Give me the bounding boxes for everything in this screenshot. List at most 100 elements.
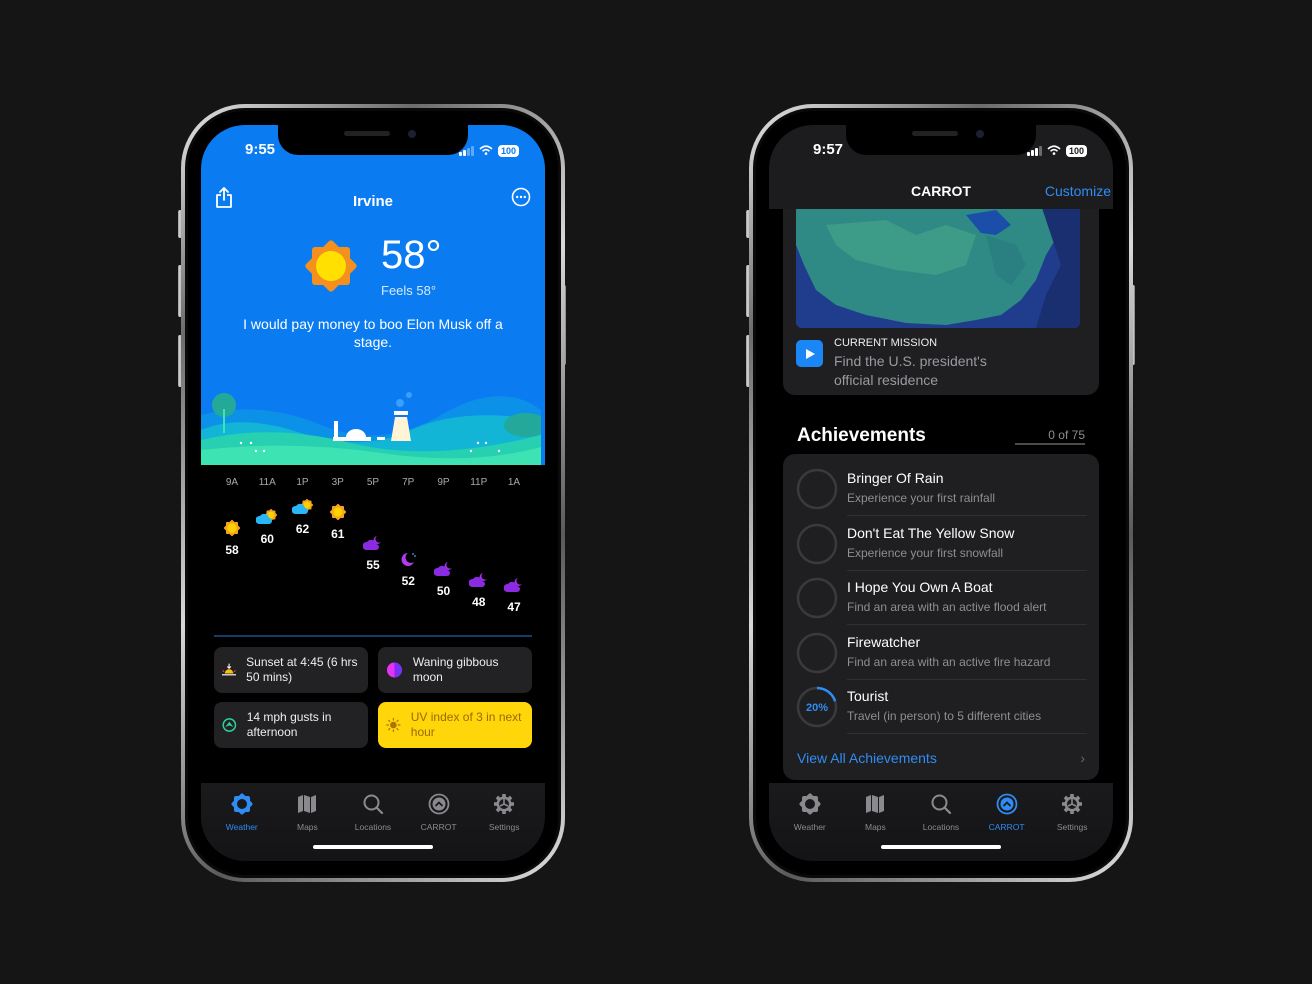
- tab-locations[interactable]: Locations: [343, 793, 403, 861]
- battery-icon: 100: [1065, 145, 1087, 157]
- tab-settings[interactable]: Settings: [1042, 793, 1102, 861]
- hour-column: 3P 61: [321, 477, 355, 622]
- search-icon: [343, 793, 403, 820]
- carrot-screen: CARROT Customize 9:57 100 CURRENT MISSIO…: [769, 125, 1113, 861]
- achievement-progress-label: 20%: [806, 702, 828, 714]
- weather-tab-icon: [780, 793, 840, 820]
- divider: [214, 635, 532, 637]
- hour-label: 9A: [225, 477, 239, 488]
- achievement-row[interactable]: Bringer Of Rain Experience your first rai…: [783, 462, 1099, 516]
- achievement-progress-ring: [796, 523, 838, 564]
- weather-screen: Irvine 58° Feels 58° I would pay money t…: [201, 125, 545, 861]
- tab-settings[interactable]: Settings: [474, 793, 534, 861]
- cellular-signal-icon: [1026, 146, 1042, 156]
- carrot-icon: [409, 793, 469, 820]
- hour-label: 11P: [470, 477, 488, 488]
- moon-phase-icon: [386, 662, 402, 678]
- achievement-name: I Hope You Own A Boat: [847, 579, 993, 595]
- hour-temperature: 52: [401, 574, 415, 588]
- view-all-achievements-link[interactable]: View All Achievements: [797, 750, 937, 766]
- status-time: 9:57: [813, 141, 844, 158]
- phone-weather: Irvine 58° Feels 58° I would pay money t…: [181, 104, 565, 882]
- hour-forecast-item: 55: [356, 535, 390, 572]
- achievement-progress-ring: [796, 632, 838, 673]
- moon-card[interactable]: Waning gibbous moon: [378, 647, 532, 693]
- achievement-name: Tourist: [847, 688, 889, 704]
- tab-label: CARROT: [420, 822, 457, 832]
- hour-column: 11A 60: [250, 477, 284, 622]
- card-text: 14 mph gusts in afternoon: [246, 710, 332, 739]
- stage: Irvine 58° Feels 58° I would pay money t…: [0, 0, 1312, 984]
- home-indicator: [881, 845, 1001, 849]
- hour-label: 11A: [258, 477, 276, 488]
- customize-button[interactable]: Customize: [1045, 183, 1111, 199]
- tab-weather[interactable]: Weather: [780, 793, 840, 861]
- hour-temperature: 48: [472, 594, 486, 609]
- hour-column: 1P 62: [286, 477, 320, 622]
- chevron-right-icon[interactable]: ›: [1080, 750, 1085, 766]
- achievement-progress-ring: [796, 577, 838, 619]
- hour-temperature: 47: [507, 600, 521, 614]
- status-bar: 9:57 100: [769, 125, 1113, 169]
- row-separator: [847, 733, 1087, 734]
- weather-quote: I would pay money to boo Elon Musk off a…: [243, 316, 503, 350]
- wifi-icon: [479, 142, 493, 160]
- hour-label: 3P: [331, 477, 344, 488]
- hour-label: 7P: [402, 477, 415, 488]
- gear-icon: [474, 793, 534, 820]
- tab-carrot[interactable]: CARROT: [977, 793, 1037, 861]
- tab-label: Settings: [1056, 822, 1088, 832]
- tab-carrot[interactable]: CARROT: [409, 793, 469, 861]
- partly-cloudy-day-icon: [250, 509, 284, 530]
- search-icon: [911, 793, 971, 820]
- achievement-row[interactable]: I Hope You Own A Boat Find an area with a…: [783, 571, 1099, 625]
- tab-label: Settings: [488, 822, 520, 832]
- hour-forecast-item: 47: [497, 577, 531, 614]
- hour-forecast-item: 50: [427, 561, 461, 598]
- sun-icon: [215, 519, 249, 541]
- phone-carrot: CARROT Customize 9:57 100 CURRENT MISSIO…: [749, 104, 1133, 882]
- tab-label: Locations: [922, 822, 960, 832]
- tab-locations[interactable]: Locations: [911, 793, 971, 861]
- play-icon[interactable]: [796, 340, 823, 367]
- landscape-illustration: [201, 392, 541, 465]
- hour-label: 9P: [437, 477, 450, 488]
- mission-card[interactable]: CURRENT MISSION Find the U.S. president'…: [783, 195, 1099, 395]
- hour-label: 1A: [507, 477, 521, 488]
- tab-maps[interactable]: Maps: [277, 793, 337, 861]
- tab-label: Locations: [354, 822, 392, 832]
- achievement-row[interactable]: Don't Eat The Yellow Snow Experience your…: [783, 517, 1099, 571]
- achievement-name: Bringer Of Rain: [847, 470, 944, 486]
- achievement-row[interactable]: 20% Tourist Travel (in person) to 5 differ…: [783, 680, 1099, 734]
- hour-forecast-item: 61: [321, 504, 355, 541]
- sun-icon: [321, 504, 355, 525]
- hour-forecast-item: 58: [215, 519, 249, 557]
- tab-weather[interactable]: Weather: [212, 793, 272, 861]
- hour-label: 5P: [366, 477, 380, 488]
- cloudy-night-icon: [356, 535, 390, 556]
- hour-forecast-item: 48: [462, 572, 496, 609]
- tab-maps[interactable]: Maps: [845, 793, 905, 861]
- home-indicator: [313, 845, 433, 849]
- notch: [278, 125, 468, 155]
- achievement-progress-ring: 20%: [796, 686, 838, 728]
- hour-column: 5P 55: [356, 477, 390, 622]
- us-map-image: [796, 205, 1080, 328]
- tab-bar: Weather Maps Locations CARROT Settings: [201, 783, 545, 861]
- uv-card[interactable]: UV index of 3 in next hour: [378, 702, 532, 748]
- sunset-card[interactable]: Sunset at 4:45 (6 hrs 50 mins): [214, 647, 368, 693]
- tab-bar: Weather Maps Locations CARROT Settings: [769, 783, 1113, 861]
- carrot-icon: [977, 793, 1037, 820]
- hour-column: 9P 50: [427, 477, 461, 622]
- uv-icon: [386, 717, 401, 733]
- hour-column: 1A 47: [497, 477, 531, 622]
- map-icon: [845, 793, 905, 820]
- wind-card[interactable]: 14 mph gusts in afternoon: [214, 702, 368, 748]
- achievements-progress-bar: [1015, 443, 1085, 445]
- wind-icon: [222, 718, 237, 732]
- clear-night-icon: [391, 551, 425, 572]
- ellipsis-circle-icon[interactable]: [511, 187, 531, 212]
- achievement-row[interactable]: Firewatcher Find an area with an active f…: [783, 626, 1099, 680]
- achievement-description: Travel (in person) to 5 different cities: [847, 709, 1042, 723]
- tab-label: Maps: [864, 822, 886, 832]
